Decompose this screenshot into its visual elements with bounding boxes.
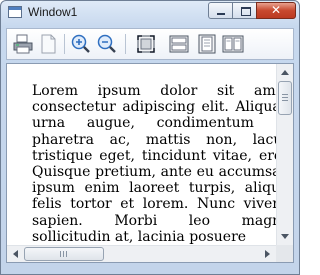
actual-size-button[interactable]: [134, 32, 158, 56]
whole-page-button[interactable]: [195, 32, 219, 56]
copy-icon: [41, 34, 56, 54]
vertical-scroll-thumb[interactable]: [278, 81, 292, 115]
print-button[interactable]: [11, 32, 35, 56]
maximize-icon: [233, 3, 256, 18]
minimize-button[interactable]: [208, 2, 233, 19]
title-bar[interactable]: Window1 ✕: [1, 1, 299, 25]
scroll-right-arrow-icon[interactable]: [265, 250, 270, 258]
toolbar-separator: [125, 34, 126, 54]
zoom-out-button[interactable]: [95, 32, 119, 56]
print-icon: [13, 34, 33, 54]
copy-button[interactable]: [36, 32, 60, 56]
close-icon: ✕: [270, 3, 282, 17]
scroll-down-arrow-icon[interactable]: [281, 234, 289, 239]
close-button[interactable]: ✕: [256, 2, 296, 19]
toolbar-separator: [64, 34, 65, 54]
horizontal-scrollbar[interactable]: [7, 245, 276, 262]
minimize-icon: [209, 3, 232, 18]
document-viewer-toolbar: [6, 28, 294, 60]
window-title: Window1: [28, 5, 78, 19]
maximize-button[interactable]: [232, 2, 257, 19]
document-page: Lorem ipsum dolor sit amet, consectetur …: [7, 64, 276, 245]
scroll-up-arrow-icon[interactable]: [281, 70, 289, 75]
whole-page-icon: [198, 34, 216, 54]
document-text: Lorem ipsum dolor sit amet, consectetur …: [32, 83, 276, 245]
scroll-left-arrow-icon[interactable]: [13, 250, 18, 258]
zoom-in-icon: [71, 34, 90, 53]
page-width-button[interactable]: [167, 32, 191, 56]
application-window: Window1 ✕ Lorem ipsum dolor sit amet, co…: [0, 0, 300, 275]
document-viewer[interactable]: Lorem ipsum dolor sit amet, consectetur …: [6, 63, 294, 263]
scrollbar-corner: [276, 245, 293, 262]
zoom-out-icon: [97, 34, 116, 53]
two-pages-icon: [222, 35, 244, 53]
actual-size-icon: [137, 35, 155, 53]
window-app-icon[interactable]: [8, 6, 22, 18]
two-pages-button[interactable]: [221, 32, 245, 56]
horizontal-scroll-thumb[interactable]: [24, 247, 104, 261]
vertical-scrollbar[interactable]: [276, 64, 293, 245]
page-width-icon: [169, 35, 189, 53]
zoom-in-button[interactable]: [69, 32, 93, 56]
